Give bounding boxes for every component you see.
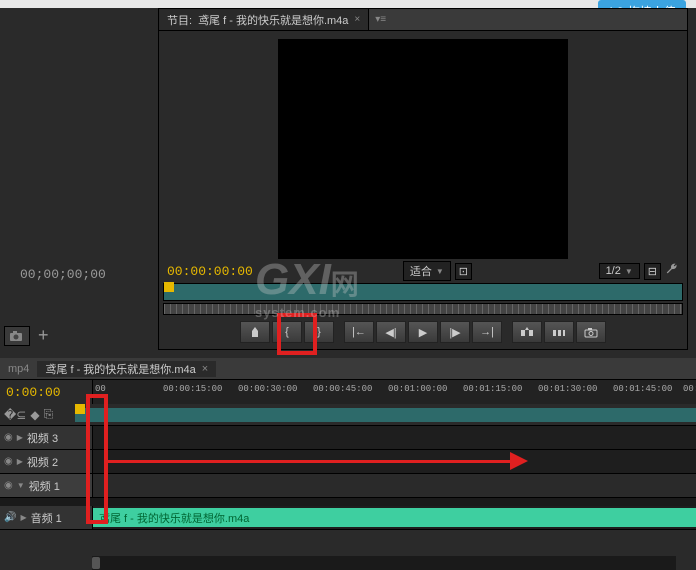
close-icon[interactable]: × (354, 14, 360, 25)
eye-icon[interactable]: ◉ (4, 456, 13, 467)
lift-button[interactable] (512, 321, 542, 343)
playhead-marker[interactable] (164, 282, 174, 292)
chevron-down-icon: ▼ (625, 267, 633, 276)
program-timecode: 00:00:00:00 (167, 264, 253, 279)
ruler-tick: 00:00:30:00 (238, 384, 297, 394)
panel-menu-icon[interactable]: ▾≡ (369, 14, 392, 25)
program-tab-bar: 节目: 鸢尾 f - 我的快乐就是想你.m4a × ▾≡ (159, 9, 687, 31)
expand-icon[interactable]: ▶ (17, 433, 23, 442)
output-toggle[interactable]: ⊟ (644, 263, 661, 280)
program-tab-file: 鸢尾 f - 我的快乐就是想你.m4a (198, 12, 348, 28)
video-preview[interactable] (278, 39, 568, 259)
timeline-ruler[interactable]: 00 00:00:15:00 00:00:30:00 00:00:45:00 0… (92, 380, 696, 404)
program-tab[interactable]: 节目: 鸢尾 f - 我的快乐就是想你.m4a × (159, 9, 369, 30)
program-scrub-bar[interactable] (163, 283, 683, 301)
wrench-icon[interactable] (665, 262, 679, 281)
program-tab-prefix: 节目: (167, 12, 192, 28)
timeline-tab-active[interactable]: 鸢尾 f - 我的快乐就是想你.m4a × (37, 361, 216, 377)
timeline-h-scrollbar[interactable] (92, 556, 676, 570)
go-to-out-button[interactable]: →| (472, 321, 502, 343)
zoom-dropdown[interactable]: 1/2▼ (599, 263, 640, 279)
track-video-2: ◉▶视频 2 (0, 450, 696, 474)
timeline-tab-mp4[interactable]: mp4 (0, 363, 37, 375)
timeline-playhead[interactable] (75, 404, 85, 414)
ruler-tick: 00:01:00:00 (388, 384, 447, 394)
eye-icon[interactable]: ◉ (4, 432, 13, 443)
ruler-tick: 00:01:15:00 (463, 384, 522, 394)
source-panel: 00;00;00;00 + (0, 8, 158, 350)
ruler-tick: 00:00:15:00 (163, 384, 222, 394)
step-back-button[interactable]: ◀| (376, 321, 406, 343)
timeline-timecode: 0:00:00 (0, 385, 92, 400)
timecode-row: 00:00:00:00 适合▼ ⊡ 1/2▼ ⊟ (159, 261, 687, 281)
ruler-tick: 00:02:00 (683, 384, 696, 394)
audio-clip[interactable]: 鸢尾 f - 我的快乐就是想你.m4a (93, 508, 696, 527)
track-body-v3[interactable] (92, 426, 696, 449)
program-monitor: 节目: 鸢尾 f - 我的快乐就是想你.m4a × ▾≡ 00:00:00:00… (158, 8, 688, 350)
program-zoom-ruler[interactable] (163, 303, 683, 315)
timeline-panel: mp4 鸢尾 f - 我的快乐就是想你.m4a × 0:00:00 00 00:… (0, 358, 696, 570)
fit-dropdown[interactable]: 适合▼ (403, 261, 451, 281)
track-audio-1: 🔊▶音频 1 鸢尾 f - 我的快乐就是想你.m4a (0, 506, 696, 530)
link-icon[interactable]: ⎘ (44, 407, 54, 422)
expand-icon[interactable]: ▶ (20, 513, 26, 522)
track-head-v2[interactable]: ◉▶视频 2 (0, 450, 92, 473)
track-body-v1[interactable] (92, 474, 696, 497)
add-marker-button[interactable] (240, 321, 270, 343)
export-frame-button[interactable] (576, 321, 606, 343)
timeline-scrub[interactable] (75, 408, 696, 422)
transport-controls: { } |← ◀| ▶ |▶ →| (159, 319, 687, 345)
track-head-v1[interactable]: ◉▼视频 1 (0, 474, 92, 497)
extract-button[interactable] (544, 321, 574, 343)
eye-icon[interactable]: ◉ (4, 480, 13, 491)
track-head-a1[interactable]: 🔊▶音频 1 (0, 506, 92, 529)
go-to-in-button[interactable]: |← (344, 321, 374, 343)
camera-icon[interactable] (4, 326, 30, 346)
mark-in-button[interactable]: { (272, 321, 302, 343)
speaker-icon[interactable]: 🔊 (4, 512, 16, 523)
track-head-v3[interactable]: ◉▶视频 3 (0, 426, 92, 449)
track-video-3: ◉▶视频 3 (0, 426, 696, 450)
window-titlebar (0, 0, 696, 8)
step-forward-button[interactable]: |▶ (440, 321, 470, 343)
ruler-tick: 00:01:45:00 (613, 384, 672, 394)
ruler-tick: 00:01:30:00 (538, 384, 597, 394)
ruler-tick: 00 (95, 384, 106, 394)
timeline-tabs: mp4 鸢尾 f - 我的快乐就是想你.m4a × (0, 358, 696, 380)
track-video-1: ◉▼视频 1 (0, 474, 696, 498)
snap-icon[interactable]: �⊆ (4, 408, 26, 422)
chevron-down-icon: ▼ (436, 267, 444, 276)
close-icon[interactable]: × (202, 363, 208, 375)
track-body-v2[interactable] (92, 450, 696, 473)
timeline-tools-row: �⊆ ◆ ⎘ (0, 404, 696, 426)
add-button[interactable]: + (38, 325, 49, 346)
mark-out-button[interactable]: } (304, 321, 334, 343)
timeline-header: 0:00:00 00 00:00:15:00 00:00:30:00 00:00… (0, 380, 696, 404)
scrollbar-thumb[interactable] (92, 557, 100, 569)
marker-icon[interactable]: ◆ (30, 408, 39, 422)
ruler-tick: 00:00:45:00 (313, 384, 372, 394)
track-body-a1[interactable]: 鸢尾 f - 我的快乐就是想你.m4a (92, 506, 696, 529)
source-timecode: 00;00;00;00 (20, 267, 106, 282)
collapse-icon[interactable]: ▼ (17, 481, 25, 490)
quality-toggle[interactable]: ⊡ (455, 263, 472, 280)
expand-icon[interactable]: ▶ (17, 457, 23, 466)
play-button[interactable]: ▶ (408, 321, 438, 343)
